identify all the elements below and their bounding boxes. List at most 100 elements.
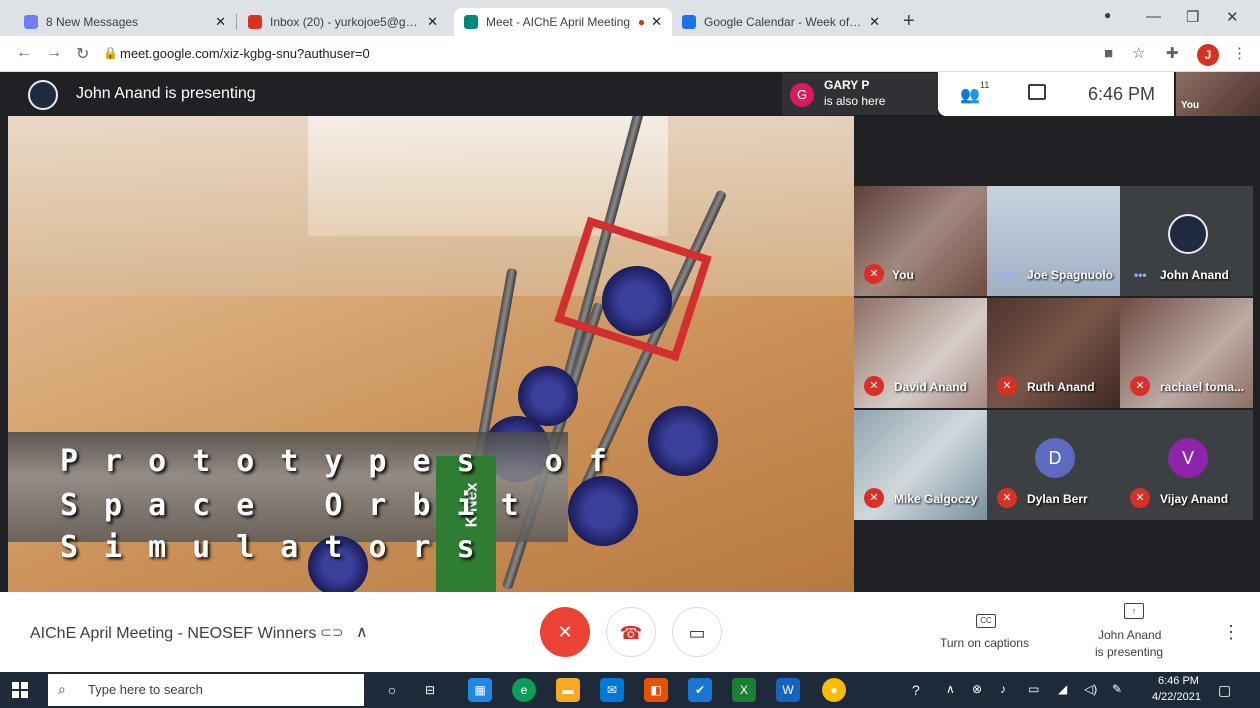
url-field[interactable]: meet.google.com/xiz-kgbg-snu?authuser=0 [120, 46, 370, 61]
tab-gmail[interactable]: Inbox (20) - yurkojoe5@gmail.co ✕ [238, 8, 448, 36]
muted-mic-icon: ✕ [997, 376, 1017, 396]
battery-icon[interactable]: ▭ [1028, 682, 1039, 696]
extensions-icon[interactable]: ✚ [1166, 44, 1179, 62]
meeting-clock: 6:46 PM [1088, 84, 1156, 104]
slide-line-3: Simulators [60, 530, 501, 565]
more-options-icon[interactable]: ⋮ [1222, 622, 1240, 643]
mail-icon[interactable]: ✉ [600, 678, 624, 702]
leave-call-button[interactable]: ☎ [606, 607, 656, 657]
present-label-1[interactable]: John Anand [1098, 628, 1161, 642]
lock-icon: 🔒 [103, 46, 118, 60]
presentation-stage: K'Nex Prototypes of Space Orbit Simulato… [8, 116, 854, 592]
office-icon[interactable]: ◧ [644, 678, 668, 702]
browser-menu-icon[interactable]: ⋮ [1232, 44, 1247, 62]
gmail-favicon-icon [248, 15, 262, 29]
participant-tile[interactable]: V ✕ Vijay Anand [1120, 410, 1253, 520]
taskbar-time[interactable]: 6:46 PM [1158, 675, 1199, 687]
participants-count: 11 [980, 80, 990, 90]
file-explorer-icon[interactable]: ▬ [556, 678, 580, 702]
camera-toggle-button[interactable]: ▭ [672, 607, 722, 657]
participant-name: Dylan Berr [1027, 492, 1088, 506]
participant-tile[interactable]: ••• John Anand [1120, 186, 1253, 296]
speaking-indicator-icon: ••• [1001, 268, 1014, 282]
participant-tile[interactable]: D ✕ Dylan Berr [987, 410, 1120, 520]
tab-meet[interactable]: Meet - AIChE April Meeting ● ✕ [454, 8, 672, 36]
muted-mic-icon: ✕ [864, 264, 884, 284]
taskbar-date[interactable]: 4/22/2021 [1152, 691, 1201, 703]
chevron-up-icon[interactable]: ∧ [356, 622, 368, 642]
security-icon[interactable]: ⊗ [972, 682, 982, 696]
reload-icon[interactable]: ↻ [76, 44, 89, 64]
slide-line-2: Space Orbit [60, 488, 545, 523]
speaking-indicator-icon: ••• [1134, 268, 1147, 282]
close-window-icon[interactable]: ✕ [1226, 8, 1239, 26]
presenting-banner: John Anand is presenting [76, 85, 256, 102]
captions-icon[interactable]: CC [976, 614, 996, 628]
captions-button[interactable]: Turn on captions [940, 636, 1029, 650]
participant-name: David Anand [894, 380, 967, 394]
wifi-icon[interactable]: ◢ [1058, 682, 1067, 696]
participant-name: Vijay Anand [1160, 492, 1229, 506]
present-label-2[interactable]: is presenting [1095, 645, 1163, 659]
slide-line-1: Prototypes of [60, 444, 633, 479]
calendar-favicon-icon [682, 15, 696, 29]
profile-avatar[interactable]: J [1197, 44, 1219, 66]
participant-initial-avatar: V [1168, 438, 1208, 478]
tab-calendar[interactable]: Google Calendar - Week of April ✕ [672, 8, 890, 36]
tab-messages[interactable]: 8 New Messages ✕ [14, 8, 236, 36]
muted-mic-icon: ✕ [864, 376, 884, 396]
tab-search-icon[interactable]: ● [1104, 8, 1111, 22]
close-tab-icon[interactable]: ✕ [651, 14, 662, 30]
participant-tile[interactable]: ✕ Ruth Anand [987, 298, 1120, 408]
camera-icon[interactable]: ■ [1104, 45, 1113, 62]
volume-icon[interactable]: ◁) [1084, 682, 1097, 696]
participant-tile[interactable]: ✕ You [854, 186, 987, 296]
notifications-icon[interactable]: ▢ [1218, 682, 1231, 699]
forward-icon[interactable]: → [46, 44, 62, 62]
also-here-avatar: G [790, 83, 814, 107]
chat-icon[interactable] [1028, 84, 1046, 100]
excel-icon[interactable]: X [732, 678, 756, 702]
also-here-name: GARY P [824, 78, 870, 92]
participant-name: Mike Galgoczy [894, 492, 978, 506]
close-tab-icon[interactable]: ✕ [869, 14, 880, 30]
edge-icon[interactable]: e [512, 678, 536, 702]
gear [648, 406, 718, 476]
new-tab-button[interactable]: + [903, 10, 915, 33]
also-here-subtitle: is also here [824, 94, 886, 108]
taskbar-search-placeholder[interactable]: Type here to search [88, 682, 203, 697]
chrome-icon[interactable]: ● [822, 678, 846, 702]
people-icon[interactable]: 👥 [960, 85, 980, 105]
unmute-button[interactable]: ✕ [540, 607, 590, 657]
help-icon[interactable]: ? [912, 682, 920, 698]
tray-expand-icon[interactable]: ∧ [946, 682, 955, 696]
microphone-icon[interactable]: ♪ [1000, 682, 1006, 696]
minimize-icon[interactable]: — [1146, 8, 1161, 25]
back-icon[interactable]: ← [16, 44, 32, 62]
participant-tile[interactable]: ✕ David Anand [854, 298, 987, 408]
close-tab-icon[interactable]: ✕ [427, 14, 438, 30]
participant-name: John Anand [1160, 268, 1229, 282]
calendar-app-icon[interactable]: ▦ [468, 678, 492, 702]
participant-tile[interactable]: ✕ Mike Galgoczy [854, 410, 987, 520]
participant-avatar [1168, 214, 1208, 254]
cortana-icon[interactable]: ○ [380, 678, 404, 702]
word-icon[interactable]: W [776, 678, 800, 702]
present-icon[interactable]: ↑ [1124, 603, 1144, 619]
gear [568, 476, 638, 546]
presenter-avatar [28, 80, 58, 110]
participant-name: Ruth Anand [1027, 380, 1095, 394]
maximize-icon[interactable]: ❐ [1186, 8, 1199, 26]
participant-tile[interactable]: ✕ rachael toma... [1120, 298, 1253, 408]
close-tab-icon[interactable]: ✕ [215, 14, 226, 30]
muted-mic-icon: ✕ [997, 488, 1017, 508]
meeting-title[interactable]: AIChE April Meeting - NEOSEF Winners [30, 625, 316, 643]
task-view-icon[interactable]: ⊟ [418, 678, 442, 702]
todo-icon[interactable]: ✔ [688, 678, 712, 702]
pen-icon[interactable]: ✎ [1112, 682, 1122, 696]
participant-name: Joe Spagnuolo [1027, 268, 1114, 282]
participant-tile[interactable]: ••• Joe Spagnuolo [987, 186, 1120, 296]
tab-title: Meet - AIChE April Meeting [486, 15, 631, 29]
bookmark-star-icon[interactable]: ☆ [1132, 44, 1145, 62]
windows-start-icon[interactable] [12, 682, 28, 698]
